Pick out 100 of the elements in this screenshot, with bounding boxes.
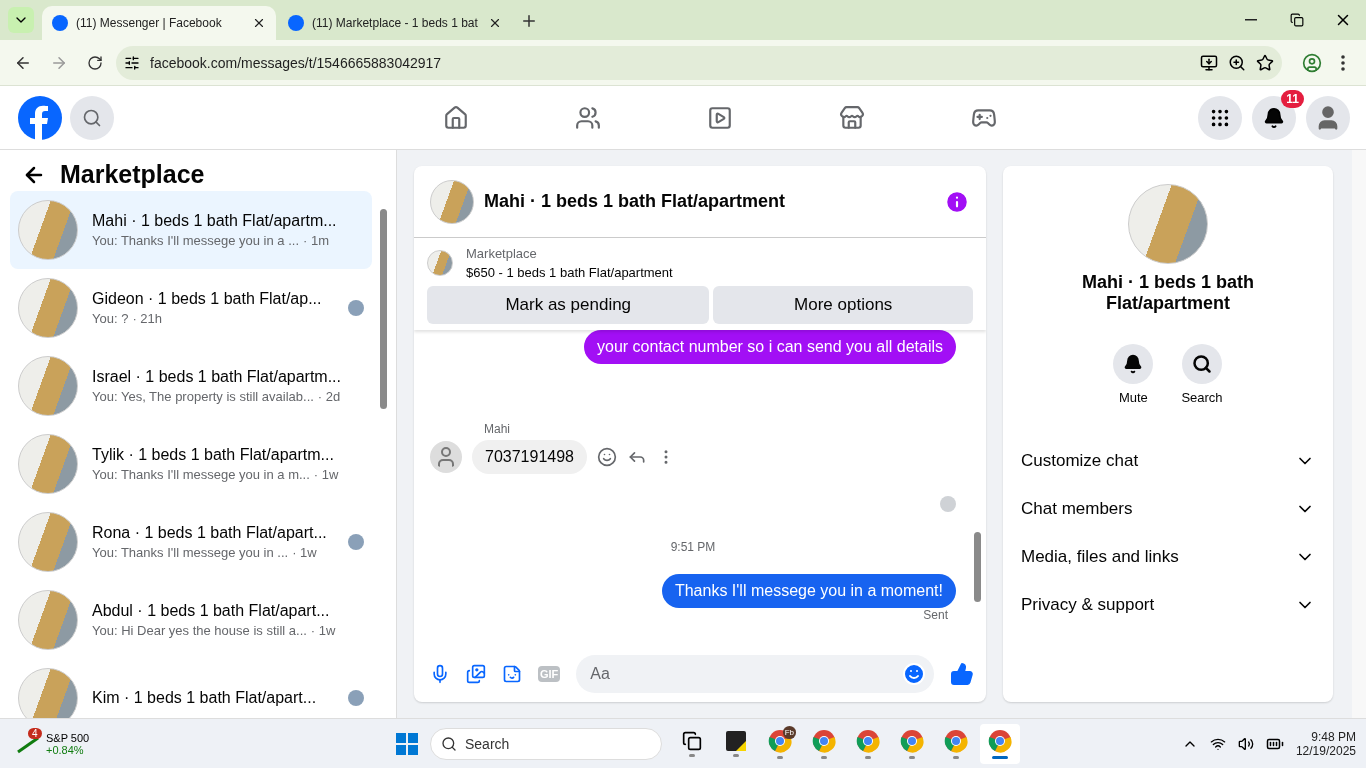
- people-icon[interactable]: [575, 104, 601, 131]
- message-preview: You: ?: [92, 311, 129, 326]
- sticker-icon[interactable]: [502, 664, 522, 684]
- conversation-item[interactable]: Tylik · 1 beds 1 bath Flat/apartm... You: Thanks I'll messege you in a m... · 1w: [10, 425, 372, 503]
- search-icon: [441, 735, 457, 752]
- action-button[interactable]: Mark as pending: [427, 286, 710, 324]
- stock-name: S&P 500: [46, 731, 90, 744]
- conversation-item[interactable]: Rona · 1 beds 1 bath Flat/apart... You: Thanks I'll messege you in ... · 1w: [10, 503, 372, 581]
- browser-tab[interactable]: (11) Marketplace - 1 beds 1 bat: [278, 6, 512, 40]
- action-button[interactable]: More options: [713, 286, 973, 324]
- bell-icon: [1123, 354, 1144, 374]
- conversation-name: Tylik · 1 beds 1 bath Flat/apartm...: [92, 446, 335, 464]
- close-icon[interactable]: [488, 16, 502, 30]
- section-toggle[interactable]: Customize chat: [1019, 437, 1317, 485]
- stock-badge: 4: [28, 727, 42, 739]
- task-view-icon: [682, 730, 702, 751]
- message-time: · 1w: [310, 623, 336, 638]
- like-icon[interactable]: [950, 662, 974, 686]
- message-preview: You: Thanks I'll messege you in a ...: [92, 233, 299, 248]
- browser-icon: [812, 728, 836, 753]
- message-preview: You: Hi Dear yes the house is still a...: [92, 623, 307, 638]
- message-time: · 1w: [292, 545, 317, 560]
- listing-title: $650 - 1 beds 1 bath Flat/apartment: [466, 265, 673, 280]
- microphone-icon[interactable]: [430, 664, 450, 684]
- taskbar-search[interactable]: Search: [430, 727, 662, 760]
- app-badge: Fb: [782, 725, 796, 739]
- timestamp: 9:51 PM: [670, 540, 716, 554]
- chat-title: Mahi · 1 beds 1 bath Flat/apartment: [484, 191, 787, 212]
- install-icon[interactable]: [1200, 53, 1218, 72]
- conversation-item[interactable]: Israel · 1 beds 1 bath Flat/apartm... You: Yes, The property is still availab... · 2d: [10, 347, 372, 425]
- browser-tab[interactable]: (11) Messenger | Facebook: [42, 6, 276, 40]
- received-message: 7037191498: [472, 440, 587, 474]
- browser-icon: [856, 728, 880, 753]
- message-preview: You: Thanks I'll messege you in ...: [92, 545, 289, 560]
- conversation-name: Abdul · 1 beds 1 bath Flat/apart...: [92, 602, 331, 620]
- bookmark-star-icon[interactable]: [1256, 53, 1274, 72]
- message-preview: You: Yes, The property is still availab...: [92, 389, 314, 404]
- conversation-name: Kim · 1 beds 1 bath Flat/apart...: [92, 689, 318, 707]
- profile-icon[interactable]: [1302, 52, 1322, 73]
- browser-icon: [900, 728, 924, 753]
- scrollbar[interactable]: [1352, 150, 1366, 718]
- browser-icon: [988, 728, 1012, 753]
- listing-label: Marketplace: [466, 246, 538, 261]
- facebook-favicon: [52, 15, 68, 31]
- taskbar-app[interactable]: Fb: [760, 723, 800, 764]
- photo-placeholder: [427, 250, 453, 276]
- facebook-favicon: [288, 15, 304, 31]
- message-time: · 1w: [313, 467, 339, 482]
- menu-dots-icon: [1341, 54, 1345, 71]
- sender-name: Mahi: [484, 422, 511, 436]
- notification-badge: 11: [1281, 89, 1304, 108]
- seen-avatar: [940, 496, 956, 512]
- windows-icon[interactable]: [396, 732, 418, 755]
- browser-icon: [944, 728, 968, 753]
- restore-icon: [1290, 13, 1304, 27]
- address-bar[interactable]: facebook.com/messages/t/1546665883042917: [116, 45, 1282, 80]
- tab-search-button[interactable]: [8, 7, 34, 33]
- message-time: · 21h: [132, 311, 163, 326]
- search-icon: [82, 107, 102, 128]
- minimize-icon: [1245, 19, 1257, 21]
- close-icon[interactable]: [252, 16, 266, 30]
- sidebar-title: Marketplace: [60, 160, 205, 189]
- sticky-note-icon: [726, 730, 746, 751]
- account-button[interactable]: [1306, 95, 1350, 140]
- video-icon[interactable]: [707, 104, 733, 131]
- zoom-icon[interactable]: [1228, 53, 1246, 72]
- conversation-item[interactable]: Mahi · 1 beds 1 bath Flat/apartm... You: Thanks I'll messege you in a ... · 1m: [10, 191, 372, 269]
- section-toggle[interactable]: Media, files and links: [1019, 533, 1317, 581]
- clock[interactable]: 9:48 PM 12/19/2025: [1295, 729, 1356, 758]
- sent-message: your contact number so i can send you all details: [584, 330, 956, 364]
- volume-icon[interactable]: [1237, 735, 1254, 752]
- facebook-logo[interactable]: [18, 95, 62, 140]
- stock-change: +0.84%: [46, 743, 85, 756]
- avatar-icon: [430, 441, 462, 473]
- conversation-name: Israel · 1 beds 1 bath Flat/apartm...: [92, 368, 342, 386]
- section-toggle[interactable]: Chat members: [1019, 485, 1317, 533]
- bell-icon: [1263, 106, 1285, 129]
- store-icon[interactable]: [839, 104, 865, 131]
- conversation-name: Rona · 1 beds 1 bath Flat/apart...: [92, 524, 328, 542]
- react-icon[interactable]: [597, 447, 617, 467]
- home-icon[interactable]: [443, 104, 469, 131]
- conversation-name: Gideon · 1 beds 1 bath Flat/ap...: [92, 290, 323, 308]
- section-toggle[interactable]: Privacy & support: [1019, 581, 1317, 629]
- site-settings-icon[interactable]: [124, 54, 140, 71]
- message-input[interactable]: Aa: [588, 664, 902, 684]
- photo-placeholder: [18, 668, 78, 718]
- message-status: Sent: [923, 608, 948, 622]
- image-icon[interactable]: [466, 664, 486, 684]
- search-button[interactable]: [70, 95, 114, 140]
- menu-grid-button[interactable]: [1198, 95, 1242, 140]
- conversation-item[interactable]: Abdul · 1 beds 1 bath Flat/apart... You: Hi Dear yes the house is still a... · 1w: [10, 581, 372, 659]
- conversation-item[interactable]: Gideon · 1 beds 1 bath Flat/ap... You: ? · 21h: [10, 269, 372, 347]
- photo-placeholder: [430, 179, 474, 224]
- sent-message: Thanks I'll messege you in a moment!: [661, 574, 956, 608]
- message-field[interactable]: Aa: [576, 655, 934, 693]
- contact-title: Mahi · 1 beds 1 bath Flat/apartment: [1081, 272, 1255, 314]
- reload-icon: [87, 54, 103, 71]
- emoji-icon[interactable]: [902, 662, 926, 686]
- message-time: · 1m: [303, 233, 329, 248]
- message-preview: You: Thanks I'll messege you in a m...: [92, 467, 310, 482]
